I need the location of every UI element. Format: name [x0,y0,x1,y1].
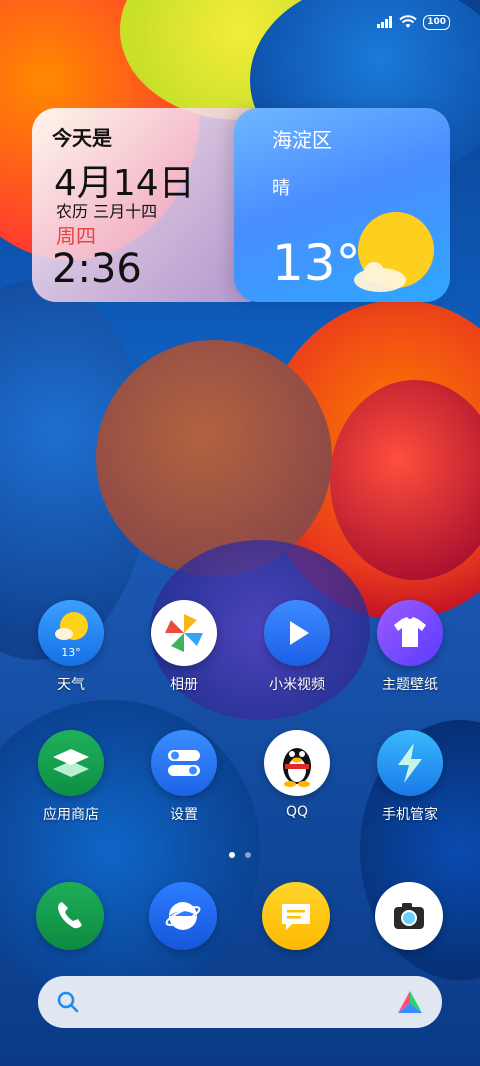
assistant-icon[interactable] [396,989,424,1015]
lunar-date: 农历 三月十四 [56,202,158,221]
date-heading: 今天是 [52,126,112,150]
weather-app-temp: 13° [61,646,81,659]
pinwheel-icon [151,600,217,666]
sunny-cloud-icon [354,212,434,292]
weather-icon: 13° [38,600,104,666]
clock-time: 2:36 [52,246,142,292]
page-dot[interactable] [245,852,251,858]
wifi-icon [399,15,417,28]
app-label: 手机管家 [382,807,438,823]
dock-phone[interactable] [15,882,125,950]
lightning-icon [377,730,443,796]
dock-browser[interactable] [128,882,238,950]
weather-temperature: 13° [272,234,361,292]
play-icon [264,600,330,666]
camera-icon [375,882,443,950]
weekday: 周四 [56,224,96,248]
tshirt-icon [377,600,443,666]
app-label: 天气 [57,677,85,693]
app-gallery[interactable]: 相册 [129,600,239,694]
search-bar[interactable] [38,976,442,1028]
layers-icon [38,730,104,796]
app-label: QQ [285,804,309,820]
app-settings[interactable]: 设置 [129,730,239,824]
dock-messages[interactable] [241,882,351,950]
app-label: 设置 [170,807,198,823]
app-label: 相册 [170,677,198,693]
dock-camera[interactable] [354,882,464,950]
weather-condition: 晴 [272,178,290,199]
app-security[interactable]: 手机管家 [355,730,465,824]
toggle-icon [151,730,217,796]
page-indicator [0,852,480,858]
battery-indicator: 100 [423,14,450,30]
app-label: 主题壁纸 [382,677,438,693]
signal-icon [377,16,393,28]
app-label: 小米视频 [269,677,325,693]
status-bar: 100 [377,12,450,32]
search-icon [57,991,79,1013]
app-store[interactable]: 应用商店 [16,730,126,824]
page-dot[interactable] [229,852,235,858]
app-mi-video[interactable]: 小米视频 [242,600,352,694]
app-qq[interactable]: QQ [242,730,352,820]
app-themes[interactable]: 主题壁纸 [355,600,465,694]
phone-icon [36,882,104,950]
app-weather[interactable]: 13° 天气 [16,600,126,694]
district-name: 海淀区 [272,128,332,152]
weather-widget[interactable]: 海淀区 晴 13° [234,108,450,302]
app-label: 应用商店 [43,807,99,823]
penguin-icon [264,730,330,796]
browser-icon [149,882,217,950]
message-icon [262,882,330,950]
